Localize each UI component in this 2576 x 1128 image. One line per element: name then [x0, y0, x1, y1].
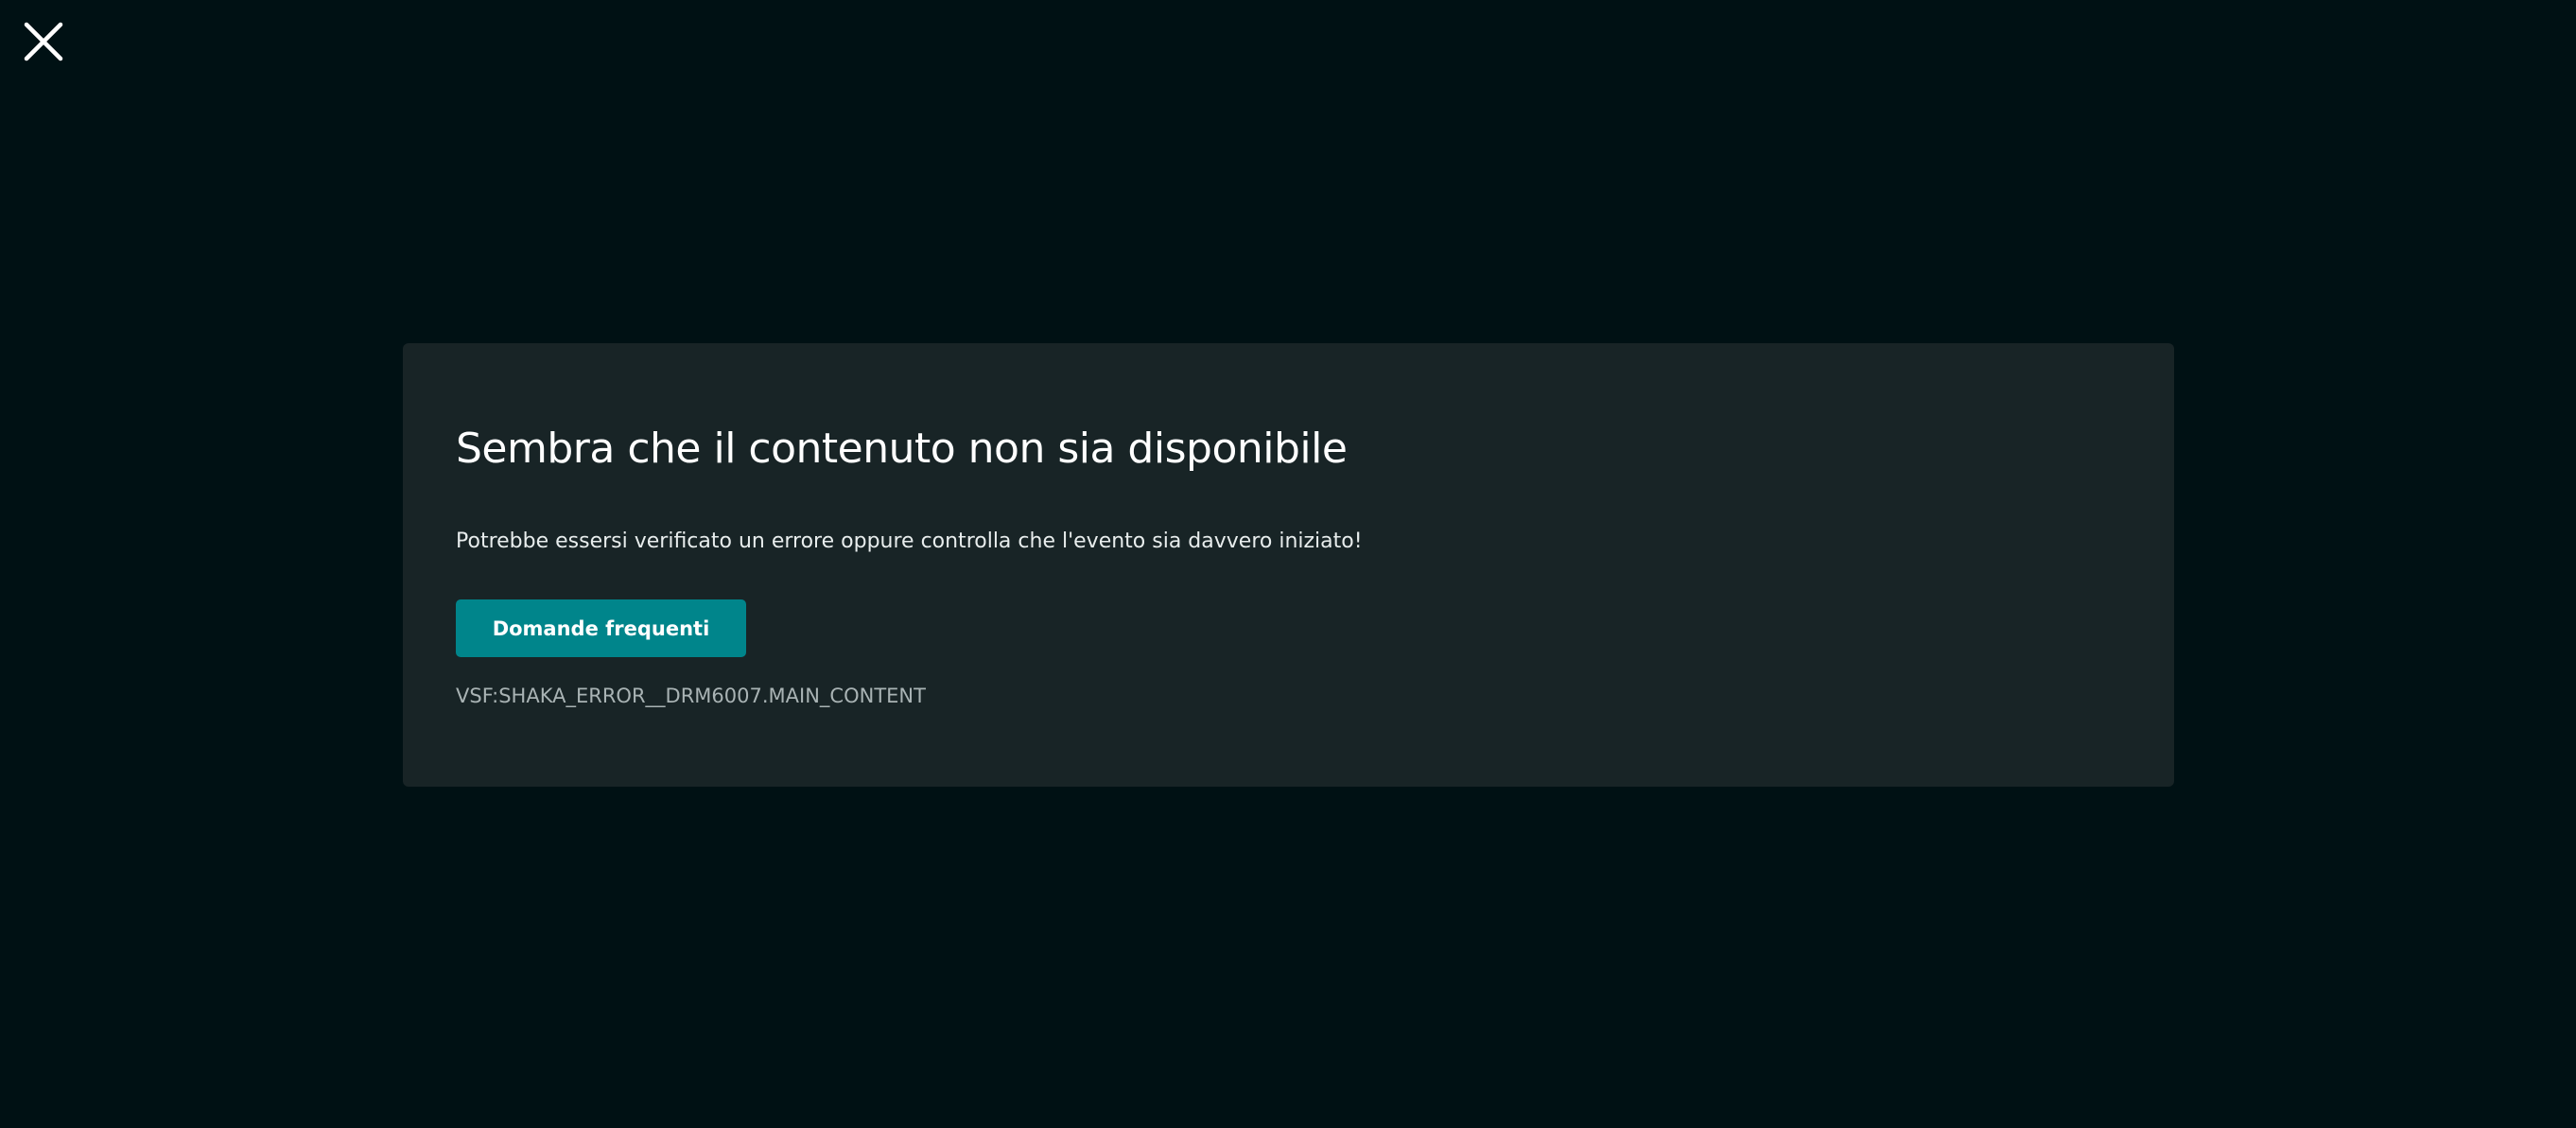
error-code: VSF:SHAKA_ERROR__DRM6007.MAIN_CONTENT — [456, 685, 926, 707]
error-message: Potrebbe essersi verificato un errore op… — [456, 529, 1363, 553]
player-error-screen: Sembra che il contenuto non sia disponib… — [0, 0, 2576, 1128]
faq-button[interactable]: Domande frequenti — [456, 599, 746, 657]
error-dialog: Sembra che il contenuto non sia disponib… — [403, 343, 2174, 787]
close-button[interactable] — [21, 19, 66, 64]
close-icon — [24, 22, 63, 61]
error-title: Sembra che il contenuto non sia disponib… — [456, 425, 1348, 473]
